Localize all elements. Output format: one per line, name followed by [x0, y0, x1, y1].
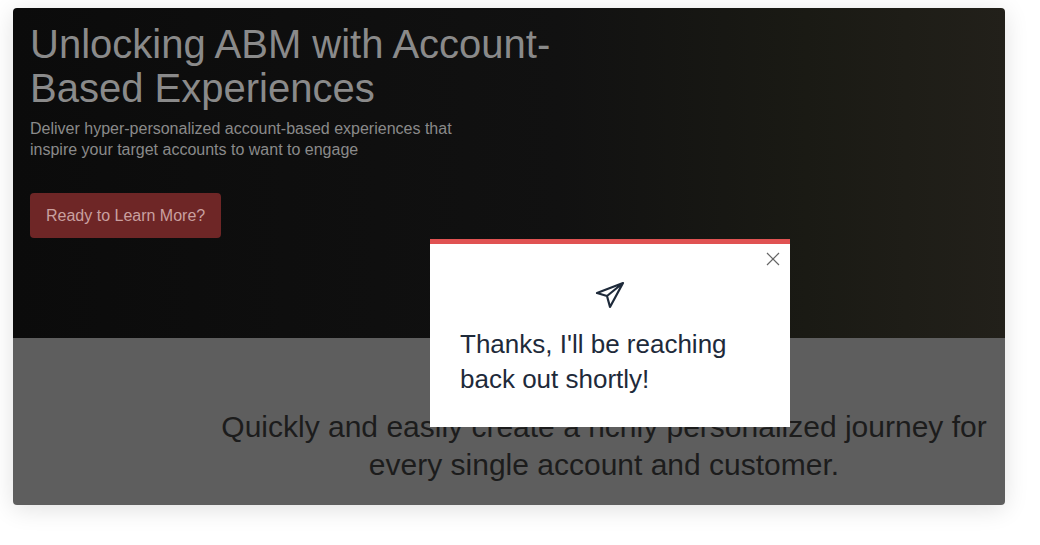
thank-you-modal: Thanks, I'll be reaching back out shortl… [430, 239, 790, 427]
learn-more-button[interactable]: Ready to Learn More? [30, 193, 221, 238]
hero-subtitle: Deliver hyper-personalized account-based… [30, 118, 490, 160]
close-icon[interactable] [766, 252, 780, 266]
modal-message: Thanks, I'll be reaching back out shortl… [460, 327, 760, 397]
paper-plane-icon [595, 281, 625, 309]
hero-title: Unlocking ABM with Account-Based Experie… [30, 22, 590, 110]
